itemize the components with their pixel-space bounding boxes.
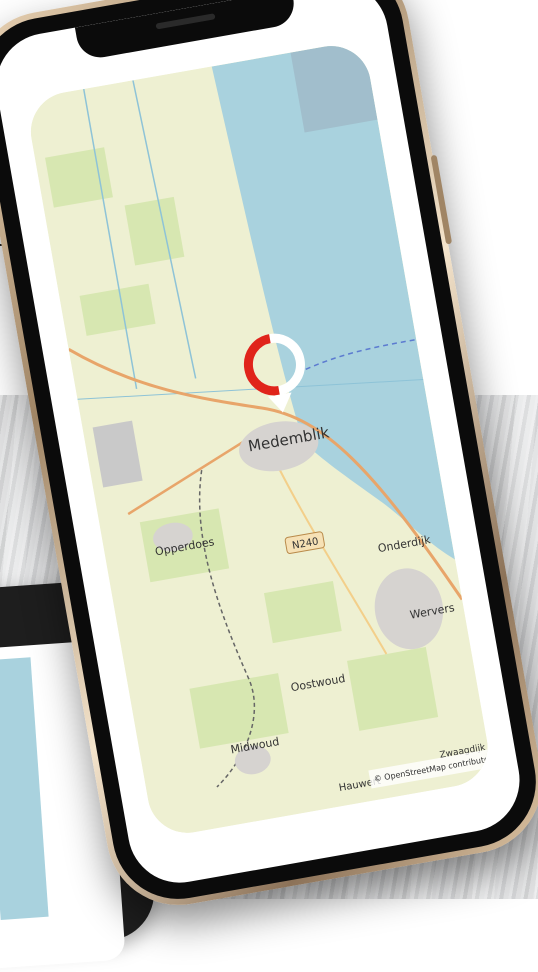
speaker (155, 13, 216, 30)
